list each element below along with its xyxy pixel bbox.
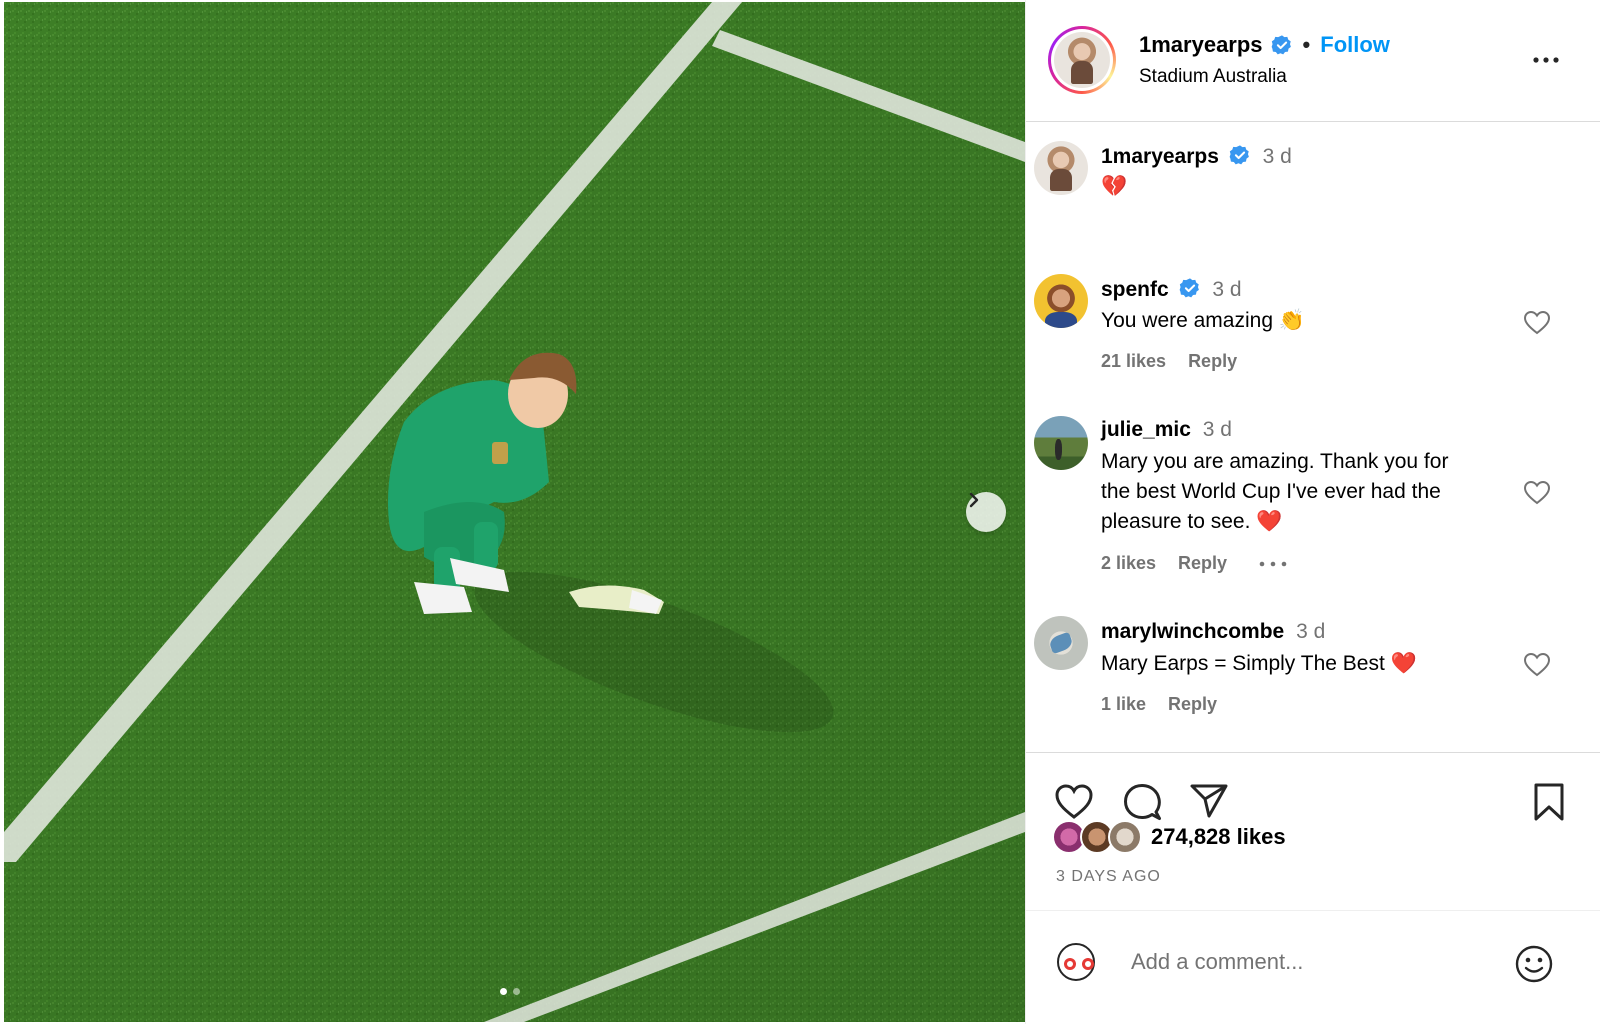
comment-header: julie_mic 3 d [1101,418,1232,442]
avatar[interactable] [1054,32,1110,88]
emoji-icon[interactable] [1056,942,1108,982]
separator-dot: • [1302,32,1311,57]
avatar[interactable] [1034,274,1088,328]
carousel-dot [513,988,520,995]
share-icon[interactable] [1189,782,1229,820]
verified-icon [1179,278,1199,298]
comment-username[interactable]: julie_mic [1101,418,1191,441]
follow-button[interactable]: Follow [1320,32,1390,58]
carousel-indicator [500,988,520,995]
comment-time[interactable]: 3 d [1296,620,1325,643]
reply-button[interactable]: Reply [1178,553,1227,574]
avatar [1108,820,1142,854]
post-media[interactable] [4,2,1025,1022]
comment-likes[interactable]: 21 likes [1101,351,1166,372]
comment-text-line: pleasure to see. ❤️ [1101,510,1283,533]
reply-button[interactable]: Reply [1168,694,1217,715]
more-icon[interactable] [1257,559,1289,569]
post-header: 1maryearps • Follow Stadium Australia [1026,0,1600,122]
verified-icon [1229,145,1249,165]
heart-icon[interactable] [1054,783,1094,821]
comment-text-line: Mary you are amazing. Thank you for [1101,450,1449,473]
avatar[interactable] [1034,616,1088,670]
heart-icon[interactable] [1523,480,1551,506]
more-icon[interactable] [1528,48,1564,72]
post-photo [4,2,1025,1022]
comment-likes[interactable]: 2 likes [1101,553,1156,574]
comment-meta: 21 likes Reply [1101,351,1237,372]
comment-likes[interactable]: 1 like [1101,694,1146,715]
emoji-icon[interactable] [1514,944,1554,984]
heart-icon[interactable] [1523,310,1551,336]
carousel-dot-active [500,988,507,995]
comment-header: spenfc 3 d [1101,277,1242,302]
comment-icon[interactable] [1122,782,1162,822]
comment-time[interactable]: 3 d [1203,418,1232,441]
comment-text-line: the best World Cup I've ever had the [1101,480,1441,503]
liked-by-avatars[interactable] [1052,820,1148,854]
caption-time[interactable]: 3 d [1263,145,1292,168]
divider [1026,910,1600,911]
next-image-button[interactable] [966,492,1006,532]
bookmark-icon[interactable] [1531,782,1567,822]
profile-story-ring[interactable] [1048,26,1116,94]
post-date[interactable]: 3 DAYS AGO [1056,868,1161,886]
divider [1026,752,1600,753]
heart-icon[interactable] [1523,652,1551,678]
header-username-row: 1maryearps • Follow [1139,32,1390,58]
comment-meta: 1 like Reply [1101,694,1217,715]
chevron-right-icon [969,492,979,508]
comment-time[interactable]: 3 d [1212,278,1241,301]
caption-text: 💔 [1101,175,1128,198]
verified-icon [1271,35,1291,55]
comment-header: marylwinchcombe 3 d [1101,620,1325,644]
caption-username[interactable]: 1maryearps [1101,145,1219,168]
caption-header: 1maryearps 3 d [1101,144,1292,169]
comment-input[interactable] [1131,944,1491,980]
post-location[interactable]: Stadium Australia [1139,66,1287,88]
comment-text: Mary Earps = Simply The Best ❤️ [1101,652,1417,675]
comment-meta: 2 likes Reply [1101,553,1289,574]
avatar[interactable] [1034,416,1088,470]
likes-count[interactable]: 274,828 likes [1151,824,1286,850]
comment-username[interactable]: spenfc [1101,278,1169,301]
reply-button[interactable]: Reply [1188,351,1237,372]
comment-text: Mary you are amazing. Thank you for the … [1101,447,1448,537]
avatar[interactable] [1034,141,1088,195]
comment-username[interactable]: marylwinchcombe [1101,620,1284,643]
header-username[interactable]: 1maryearps [1139,32,1263,58]
comment-text: You were amazing 👏 [1101,309,1305,332]
comments-section[interactable]: 1maryearps 3 d 💔 spenfc 3 d You were ama… [1026,122,1600,750]
post-sidebar: 1maryearps • Follow Stadium Australia 1m… [1025,0,1600,1024]
